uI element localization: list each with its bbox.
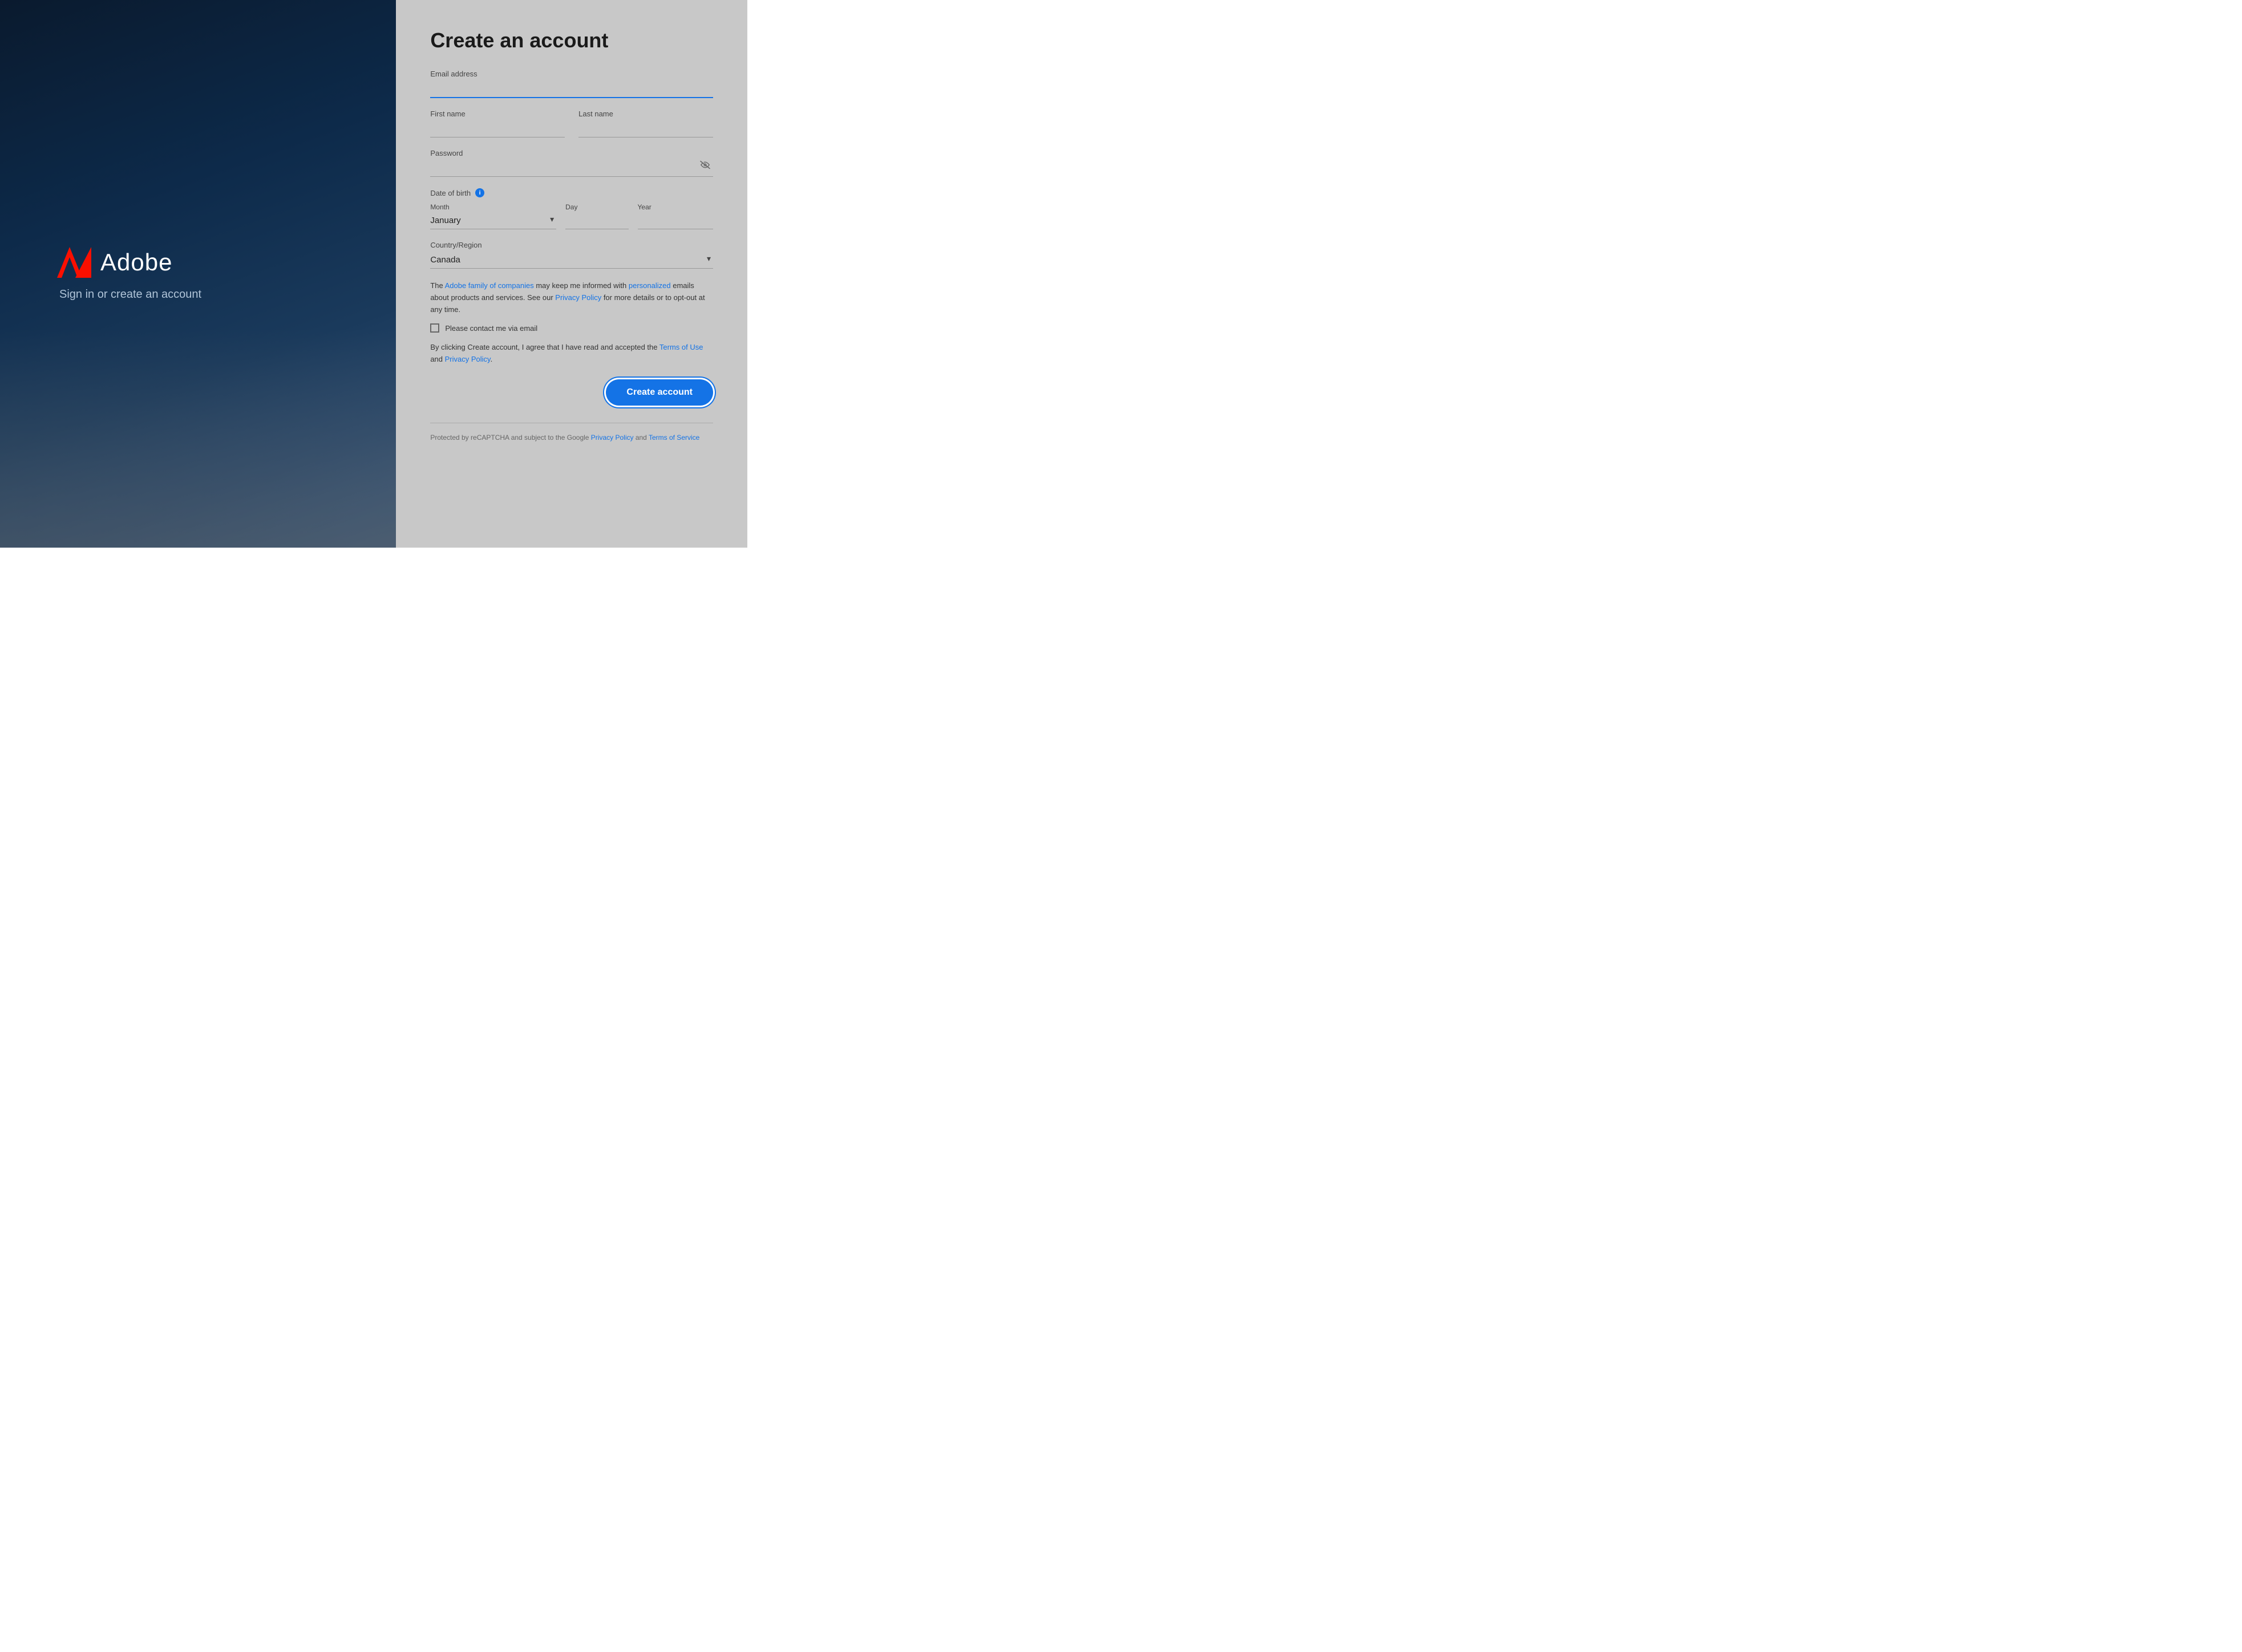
month-label: Month [430,203,556,211]
privacy-policy-link-2[interactable]: Privacy Policy [445,355,491,363]
email-input[interactable] [430,80,713,98]
terms-of-use-link[interactable]: Terms of Use [659,343,703,351]
firstname-label: First name [430,110,565,118]
contact-checkbox[interactable] [430,323,439,333]
terms-text-part3: . [491,355,493,363]
privacy-policy-link-1[interactable]: Privacy Policy [555,293,601,302]
recaptcha-terms-link[interactable]: Terms of Service [649,434,699,442]
year-label: Year [638,203,713,211]
dob-row: Month January February March April May J… [430,203,713,229]
adobe-icon [57,247,91,278]
firstname-input[interactable] [430,120,565,137]
tagline: Sign in or create an account [59,288,396,301]
day-input[interactable] [565,212,628,229]
adobe-logo: Adobe [57,247,396,278]
month-select[interactable]: January February March April May June Ju… [430,212,556,229]
dob-field-group: Date of birth i Month January February M… [430,188,713,229]
email-field-group: Email address [430,70,713,98]
create-btn-row: Create account [430,379,713,406]
terms-text: By clicking Create account, I agree that… [430,342,713,366]
email-label: Email address [430,70,713,78]
country-field-group: Country/Region Canada United States Unit… [430,241,713,269]
consent-text-part1: The [430,281,444,290]
year-field-group: Year [638,203,713,229]
recaptcha-text: Protected by reCAPTCHA and subject to th… [430,432,713,443]
checkbox-label[interactable]: Please contact me via email [445,324,537,333]
recaptcha-text-part1: Protected by reCAPTCHA and subject to th… [430,434,590,442]
password-input[interactable] [430,160,713,177]
dob-label: Date of birth [430,189,471,197]
adobe-family-link[interactable]: Adobe family of companies [445,281,534,290]
lastname-input[interactable] [578,120,713,137]
name-row: First name Last name [430,110,713,149]
lastname-label: Last name [578,110,713,118]
month-select-wrapper: January February March April May June Ju… [430,212,556,229]
password-field-group: Password [430,149,713,177]
left-panel: Adobe Sign in or create an account [0,0,396,548]
checkbox-row: Please contact me via email [430,323,713,333]
firstname-field-group: First name [430,110,565,137]
terms-text-part2: and [430,355,444,363]
year-input[interactable] [638,212,713,229]
lastname-field-group: Last name [578,110,713,137]
consent-text-part2: may keep me informed with [534,281,629,290]
password-wrapper [430,160,713,177]
adobe-logo-text: Adobe [100,249,172,276]
recaptcha-text-part2: and [633,434,648,442]
create-account-button[interactable]: Create account [606,379,713,406]
month-field-group: Month January February March April May J… [430,203,556,229]
terms-text-part1: By clicking Create account, I agree that… [430,343,659,351]
day-label: Day [565,203,628,211]
form-title: Create an account [430,29,713,52]
recaptcha-privacy-link[interactable]: Privacy Policy [591,434,634,442]
day-field-group: Day [565,203,628,229]
country-select[interactable]: Canada United States United Kingdom Aust… [430,252,713,268]
consent-text: The Adobe family of companies may keep m… [430,280,713,315]
right-panel: Create an account Email address First na… [396,0,747,548]
toggle-password-icon[interactable] [699,160,711,172]
personalized-link[interactable]: personalized [629,281,671,290]
dob-label-row: Date of birth i [430,188,713,197]
dob-info-icon[interactable]: i [475,188,484,197]
password-label: Password [430,149,713,157]
country-label: Country/Region [430,241,713,249]
country-select-wrapper: Canada United States United Kingdom Aust… [430,252,713,269]
